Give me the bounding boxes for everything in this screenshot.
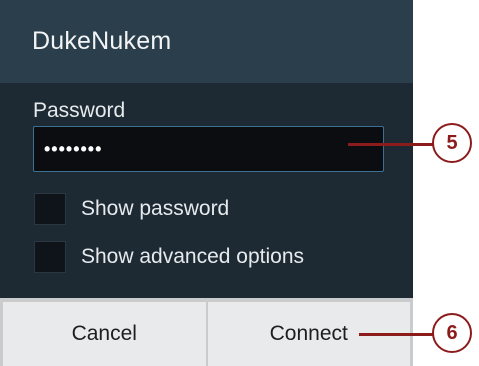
dialog-title: DukeNukem — [32, 27, 172, 55]
dialog-title-bar: DukeNukem — [0, 0, 413, 83]
show-advanced-label: Show advanced options — [81, 245, 304, 268]
show-password-checkbox[interactable] — [34, 193, 66, 225]
wifi-password-dialog: DukeNukem Password •••••••• Show passwor… — [0, 0, 413, 366]
password-field[interactable]: •••••••• — [33, 126, 384, 172]
show-password-label: Show password — [81, 197, 230, 220]
show-advanced-option[interactable]: Show advanced options — [34, 240, 304, 274]
show-password-option[interactable]: Show password — [34, 192, 229, 226]
show-advanced-checkbox[interactable] — [34, 241, 66, 273]
password-label: Password — [33, 99, 126, 122]
callout-6-leader-line — [359, 333, 434, 336]
callout-5-badge: 5 — [432, 123, 472, 163]
callout-6-badge: 6 — [432, 313, 472, 353]
cancel-button[interactable]: Cancel — [3, 302, 206, 366]
callout-5-leader-line — [348, 143, 434, 146]
dialog-button-bar: Cancel Connect — [0, 298, 413, 366]
